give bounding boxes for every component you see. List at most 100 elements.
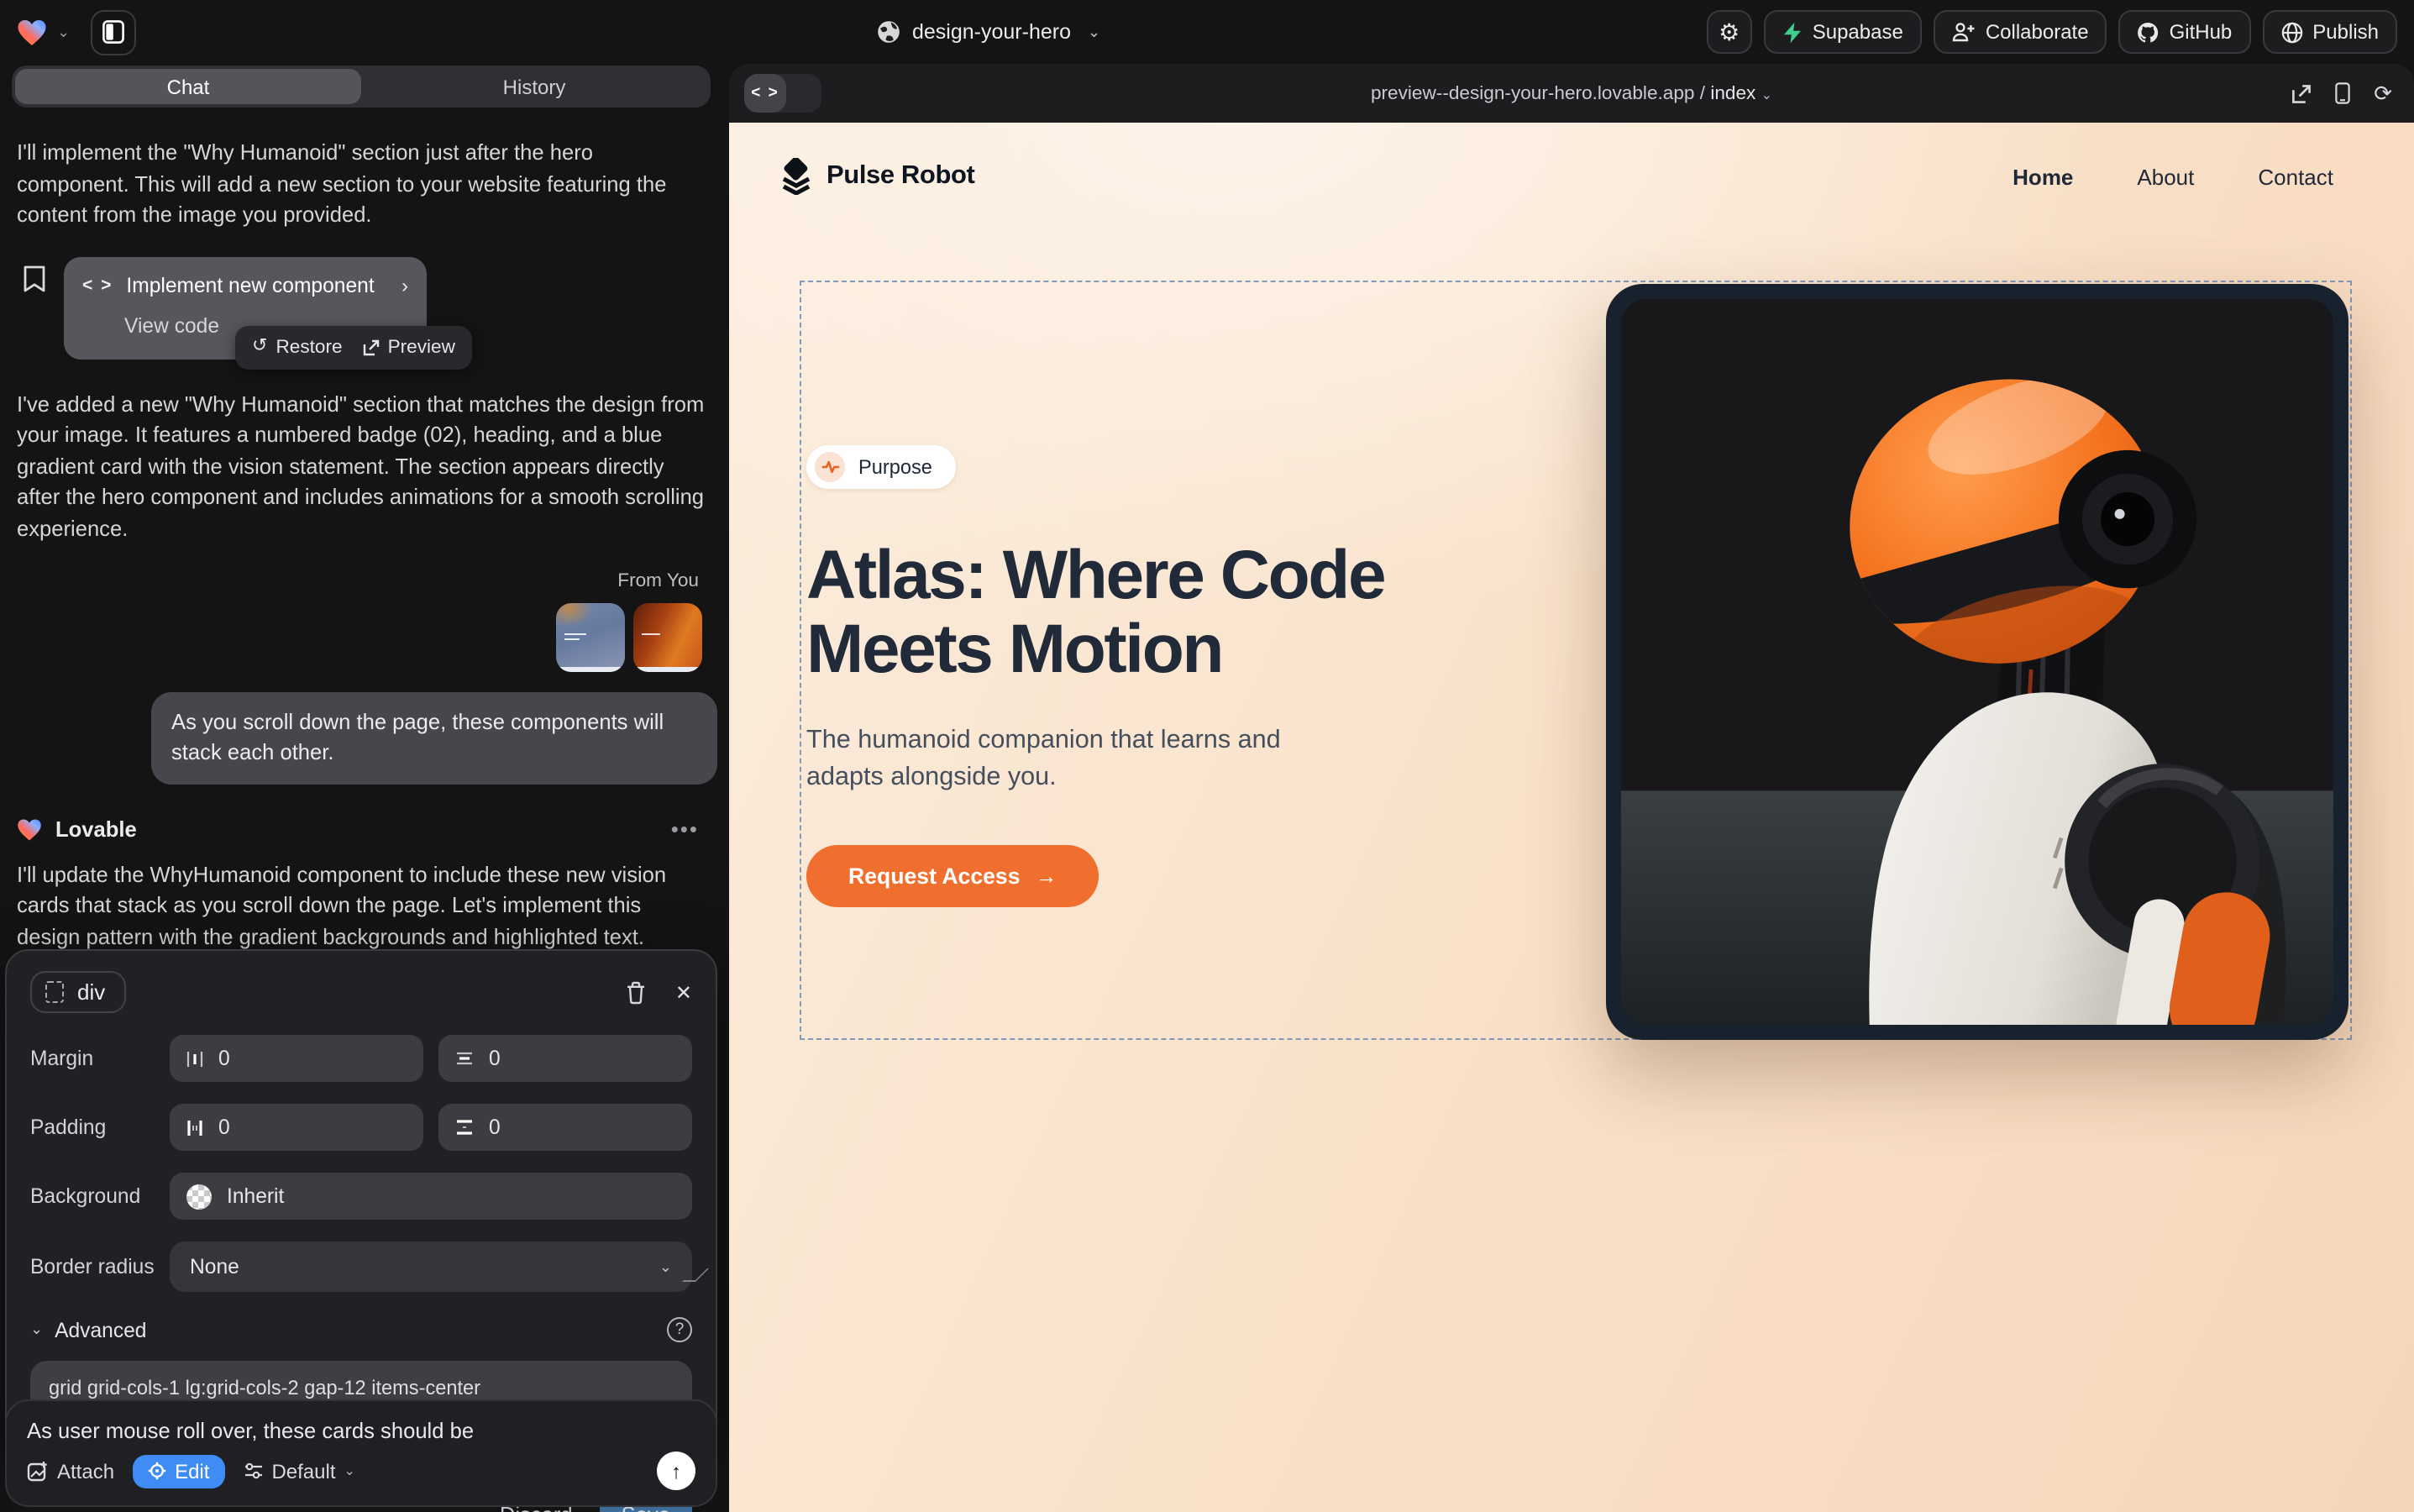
margin-vertical-value: 0	[489, 1047, 501, 1070]
preview-button[interactable]: Preview	[363, 333, 455, 361]
nav-contact[interactable]: Contact	[2258, 164, 2333, 189]
attach-button[interactable]: Attach	[27, 1459, 114, 1483]
close-panel-icon[interactable]: ✕	[675, 980, 692, 1004]
hero-subtitle: The humanoid companion that learns and a…	[806, 722, 1361, 799]
tab-history[interactable]: History	[361, 69, 707, 104]
restore-button[interactable]: ↺ Restore	[252, 333, 343, 361]
padding-label: Padding	[30, 1116, 170, 1139]
badge-label: Purpose	[858, 455, 932, 479]
open-external-icon[interactable]	[2291, 83, 2312, 103]
border-radius-select[interactable]: None ⌄	[170, 1242, 692, 1292]
hero-heading-line2: Meets Motion	[806, 612, 1562, 687]
assistant-message-2: I've added a new "Why Humanoid" section …	[17, 389, 706, 544]
attachment-image-blue[interactable]	[556, 603, 625, 672]
publish-label: Publish	[2312, 20, 2379, 44]
element-tag: div	[77, 979, 105, 1005]
target-icon	[148, 1462, 166, 1480]
margin-label: Margin	[30, 1047, 170, 1070]
mobile-view-icon[interactable]	[2335, 82, 2350, 104]
from-you-label: From You	[17, 569, 706, 596]
chat-composer[interactable]: As user mouse roll over, these cards sho…	[5, 1399, 717, 1507]
padding-horizontal-input[interactable]: 0	[170, 1104, 423, 1151]
help-icon[interactable]: ?	[667, 1317, 692, 1342]
lovable-logo-icon[interactable]	[17, 18, 47, 46]
nav-about[interactable]: About	[2137, 164, 2194, 189]
nav-home[interactable]: Home	[2013, 164, 2073, 189]
user-message-bubble: As you scroll down the page, these compo…	[151, 692, 717, 785]
preview-url[interactable]: preview--design-your-hero.lovable.app / …	[729, 83, 2414, 103]
code-icon: < >	[82, 274, 113, 299]
gear-icon: ⚙	[1719, 20, 1740, 44]
advanced-collapse-icon[interactable]: ⌄	[30, 1320, 43, 1339]
border-radius-label: Border radius	[30, 1255, 170, 1278]
github-button[interactable]: GitHub	[2119, 10, 2251, 54]
project-switcher[interactable]: design-your-hero ⌄	[877, 0, 1100, 64]
tool-card-title: Implement new component	[126, 271, 374, 302]
hero-heading-line1: Atlas: Where Code	[806, 538, 1562, 612]
message-menu-icon[interactable]: •••	[671, 815, 706, 847]
supabase-label: Supabase	[1813, 20, 1903, 44]
chevron-right-icon: ›	[401, 272, 408, 302]
refresh-icon[interactable]: ⟳	[2374, 80, 2392, 107]
restore-preview-toolbar: ↺ Restore Preview	[235, 325, 472, 370]
workspace-chevron-icon[interactable]: ⌄	[57, 24, 70, 39]
hero-heading: Atlas: Where Code Meets Motion	[806, 538, 1562, 686]
sliders-icon	[243, 1462, 263, 1480]
bookmark-icon	[24, 265, 45, 291]
assistant-message-3: I'll update the WhyHumanoid component to…	[17, 859, 706, 953]
supabase-icon	[1782, 21, 1803, 43]
toggle-sidebar-button[interactable]	[90, 9, 135, 55]
app-topbar: ⌄ design-your-hero ⌄ ⚙	[0, 0, 2414, 64]
project-favicon-icon	[877, 20, 900, 44]
padding-vertical-value: 0	[489, 1116, 501, 1139]
send-button[interactable]: ↑	[657, 1452, 695, 1490]
supabase-button[interactable]: Supabase	[1764, 10, 1922, 54]
project-chevron-icon: ⌄	[1088, 23, 1100, 41]
selected-element-chip[interactable]: div	[30, 971, 125, 1013]
site-viewport: Pulse Robot Home About Contact Purpose	[729, 123, 2414, 1512]
delete-element-icon[interactable]	[625, 980, 647, 1004]
lovable-heart-icon	[17, 819, 42, 843]
pulse-icon	[815, 452, 845, 482]
request-access-button[interactable]: Request Access →	[806, 846, 1099, 908]
tool-call-row: < > Implement new component › View code …	[17, 256, 706, 367]
chat-history-tabs: Chat History	[12, 66, 711, 108]
attachment-image-orange[interactable]	[633, 603, 702, 672]
preview-domain: preview--design-your-hero.lovable.app	[1371, 83, 1695, 103]
tab-chat[interactable]: Chat	[15, 69, 361, 104]
collaborate-button[interactable]: Collaborate	[1934, 10, 2107, 54]
external-link-icon	[363, 339, 380, 356]
assistant-message-1: I'll implement the "Why Humanoid" sectio…	[17, 138, 706, 231]
pulse-robot-logo-icon	[779, 158, 813, 195]
publish-button[interactable]: Publish	[2262, 10, 2397, 54]
settings-button[interactable]: ⚙	[1707, 10, 1752, 54]
model-mode-button[interactable]: Default ⌄	[243, 1459, 354, 1483]
margin-vertical-input[interactable]: 0	[438, 1035, 692, 1082]
chevron-down-icon: ⌄	[659, 1257, 672, 1276]
edit-label: Edit	[175, 1459, 209, 1483]
background-input[interactable]: Inherit	[170, 1173, 692, 1220]
chat-sidebar: Chat History I'll implement the "Why Hum…	[0, 64, 722, 1512]
collaborate-icon	[1952, 22, 1976, 42]
padding-horizontal-value: 0	[218, 1116, 230, 1139]
page-chevron-icon: ⌄	[1761, 87, 1772, 102]
sidebar-panel-icon	[102, 20, 123, 44]
restore-icon: ↺	[252, 334, 267, 361]
dashed-element-icon	[45, 981, 64, 1003]
url-separator: /	[1695, 83, 1711, 103]
padding-vertical-input[interactable]: 0	[438, 1104, 692, 1151]
border-radius-value: None	[190, 1255, 239, 1278]
site-brand[interactable]: Pulse Robot	[779, 158, 974, 195]
background-value: Inherit	[227, 1184, 284, 1208]
edit-mode-button[interactable]: Edit	[133, 1454, 224, 1488]
github-label: GitHub	[2170, 20, 2233, 44]
element-inspector-panel: div ✕ Margin 0	[5, 949, 717, 1453]
transparency-swatch-icon	[186, 1184, 212, 1209]
composer-input[interactable]: As user mouse roll over, these cards sho…	[27, 1418, 695, 1443]
project-name: design-your-hero	[912, 20, 1071, 44]
publish-globe-icon	[2280, 21, 2302, 43]
app-window: ⌄ design-your-hero ⌄ ⚙	[0, 0, 2414, 1512]
margin-horizontal-input[interactable]: 0	[170, 1035, 423, 1082]
padding-vertical-icon	[455, 1119, 474, 1136]
mode-chevron-icon: ⌄	[344, 1463, 355, 1478]
